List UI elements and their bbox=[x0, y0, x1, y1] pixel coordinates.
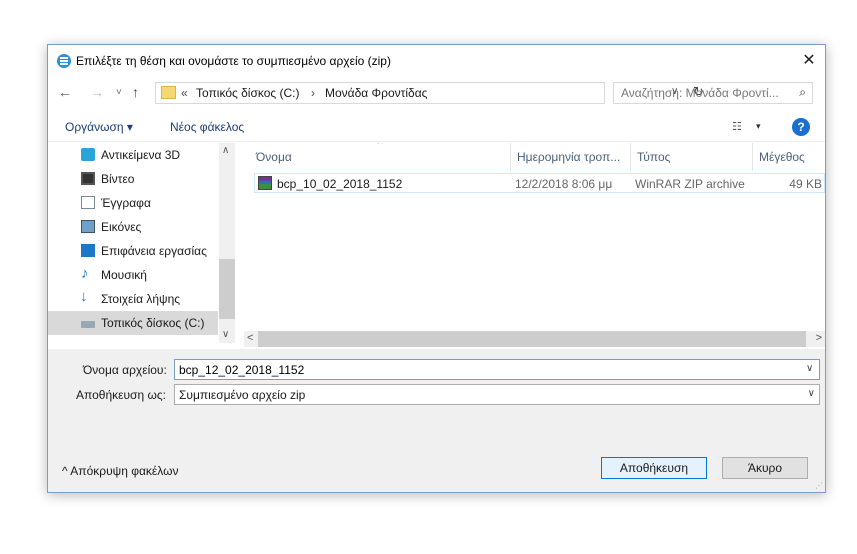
file-type: WinRAR ZIP archive bbox=[635, 177, 745, 191]
music-icon: ♪ bbox=[81, 265, 89, 282]
save-button[interactable]: Αποθήκευση bbox=[601, 457, 707, 479]
close-button[interactable]: ✕ bbox=[793, 45, 825, 76]
column-header-size[interactable]: Μέγεθος bbox=[752, 143, 825, 171]
scroll-thumb[interactable] bbox=[258, 331, 806, 347]
folder-icon bbox=[161, 86, 176, 99]
filename-dropdown-icon[interactable]: ∨ bbox=[806, 363, 813, 374]
column-header-label: Τύπος bbox=[637, 150, 671, 164]
breadcrumb-current-folder[interactable]: Μονάδα Φροντίδας bbox=[325, 86, 427, 100]
winrar-archive-icon bbox=[258, 176, 272, 190]
view-dropdown-icon[interactable]: ▾ bbox=[756, 121, 761, 132]
sidebar-item-label: Στοιχεία λήψης bbox=[101, 292, 181, 306]
title-bar: Επιλέξτε τη θέση και ονομάστε το συμπιεσ… bbox=[48, 45, 825, 76]
sidebar-item-3d-objects[interactable]: Αντικείμενα 3D bbox=[48, 143, 218, 167]
pictures-icon bbox=[81, 220, 95, 233]
command-toolbar: Οργάνωση ▾ Νέος φάκελος ☷ ▾ ? bbox=[48, 117, 825, 139]
toolbar-divider bbox=[48, 141, 825, 142]
hide-folders-button[interactable]: ^ Απόκρυψη φακέλων bbox=[62, 464, 178, 478]
file-list: ^ Όνομα Ημερομηνία τροπ... Τύπος Μέγεθος… bbox=[244, 143, 825, 343]
sidebar-item-label: Μουσική bbox=[101, 268, 147, 282]
breadcrumb-separator-icon[interactable]: › bbox=[311, 86, 315, 100]
filename-label: Όνομα αρχείου: bbox=[83, 363, 167, 377]
navigation-bar: ← → ˅ ↑ « Τοπικός δίσκος (C:) › Μονάδα Φ… bbox=[48, 82, 825, 106]
desktop-icon bbox=[81, 244, 95, 257]
file-name: bcp_10_02_2018_1152 bbox=[277, 177, 403, 191]
save-as-type-value: Συμπιεσμένο αρχείο zip bbox=[179, 388, 306, 402]
sidebar-item-label: Βίντεο bbox=[101, 172, 135, 186]
navigation-pane-scrollbar[interactable]: ∧ ∨ bbox=[219, 143, 235, 343]
breadcrumb-overflow-icon[interactable]: « bbox=[181, 86, 188, 100]
save-dialog: Επιλέξτε τη θέση και ονομάστε το συμπιεσ… bbox=[47, 44, 826, 493]
file-list-horizontal-scrollbar[interactable]: < > bbox=[244, 331, 825, 347]
cube-3d-icon bbox=[81, 148, 95, 161]
view-options-icon[interactable]: ☷ bbox=[732, 120, 742, 133]
search-icon[interactable]: ⌕ bbox=[799, 85, 806, 100]
column-header-date[interactable]: Ημερομηνία τροπ... bbox=[510, 143, 631, 171]
forward-arrow-icon[interactable]: → bbox=[90, 84, 104, 100]
dialog-title: Επιλέξτε τη θέση και ονομάστε το συμπιεσ… bbox=[76, 54, 391, 68]
help-icon[interactable]: ? bbox=[792, 118, 810, 136]
sidebar-item-label: Εικόνες bbox=[101, 220, 142, 234]
sidebar-item-label: Τοπικός δίσκος (C:) bbox=[101, 316, 205, 330]
filename-field[interactable] bbox=[174, 359, 820, 380]
back-arrow-icon[interactable]: ← bbox=[58, 84, 72, 100]
sort-ascending-icon: ^ bbox=[378, 143, 383, 150]
search-box[interactable]: Αναζήτηση: Μονάδα Φροντί... ⌕ bbox=[613, 82, 813, 104]
app-icon bbox=[57, 54, 71, 68]
save-as-type-select[interactable]: Συμπιεσμένο αρχείο zip ∨ bbox=[174, 384, 820, 405]
column-header-label: Μέγεθος bbox=[759, 150, 805, 164]
table-row[interactable]: bcp_10_02_2018_1152 12/2/2018 8:06 μμ Wi… bbox=[254, 173, 825, 193]
cancel-button[interactable]: Άκυρο bbox=[722, 457, 808, 479]
documents-icon bbox=[81, 196, 95, 209]
file-date: 12/2/2018 8:06 μμ bbox=[515, 177, 613, 191]
scroll-down-icon[interactable]: ∨ bbox=[222, 329, 229, 340]
organize-menu-button[interactable]: Οργάνωση ▾ bbox=[65, 120, 133, 134]
scroll-right-icon[interactable]: > bbox=[816, 332, 822, 344]
sidebar-item-label: Έγγραφα bbox=[101, 196, 151, 210]
column-header-type[interactable]: Τύπος bbox=[630, 143, 753, 171]
up-arrow-icon[interactable]: ↑ bbox=[132, 84, 139, 100]
chevron-down-icon[interactable]: ∨ bbox=[808, 388, 815, 399]
sidebar-item-videos[interactable]: Βίντεο bbox=[48, 167, 218, 191]
scroll-thumb[interactable] bbox=[219, 259, 235, 319]
breadcrumb-local-disk[interactable]: Τοπικός δίσκος (C:) bbox=[196, 86, 300, 100]
sidebar-item-label: Επιφάνεια εργασίας bbox=[101, 244, 207, 258]
sidebar-item-label: Αντικείμενα 3D bbox=[101, 148, 181, 162]
sidebar-item-downloads[interactable]: ↓ Στοιχεία λήψης bbox=[48, 287, 218, 311]
resize-grip-icon[interactable]: ⋰ bbox=[815, 481, 823, 490]
column-header-name[interactable]: ^ Όνομα bbox=[250, 143, 512, 171]
sidebar-item-desktop[interactable]: Επιφάνεια εργασίας bbox=[48, 239, 218, 263]
sidebar-item-music[interactable]: ♪ Μουσική bbox=[48, 263, 218, 287]
navigation-pane: Αντικείμενα 3D Βίντεο Έγγραφα Εικόνες Επ… bbox=[48, 143, 236, 343]
column-header-label: Όνομα bbox=[256, 150, 292, 164]
column-header-label: Ημερομηνία τροπ... bbox=[517, 150, 621, 164]
sidebar-item-pictures[interactable]: Εικόνες bbox=[48, 215, 218, 239]
sidebar-item-documents[interactable]: Έγγραφα bbox=[48, 191, 218, 215]
save-as-type-label: Αποθήκευση ως: bbox=[76, 388, 166, 402]
new-folder-button[interactable]: Νέος φάκελος bbox=[170, 120, 244, 134]
sidebar-item-local-disk[interactable]: Τοπικός δίσκος (C:) bbox=[48, 311, 218, 335]
address-bar[interactable]: « Τοπικός δίσκος (C:) › Μονάδα Φροντίδας… bbox=[155, 82, 704, 104]
scroll-up-icon[interactable]: ∧ bbox=[222, 145, 229, 156]
recent-locations-chevron-icon[interactable]: ˅ bbox=[116, 87, 122, 98]
scroll-left-icon[interactable]: < bbox=[247, 332, 253, 344]
downloads-icon: ↓ bbox=[80, 288, 88, 305]
drive-icon bbox=[81, 321, 95, 328]
search-input[interactable]: Αναζήτηση: Μονάδα Φροντί... bbox=[621, 86, 791, 100]
video-icon bbox=[81, 172, 95, 185]
dialog-footer: Όνομα αρχείου: ∨ Αποθήκευση ως: Συμπιεσμ… bbox=[48, 349, 825, 492]
file-size: 49 KB bbox=[789, 177, 822, 191]
